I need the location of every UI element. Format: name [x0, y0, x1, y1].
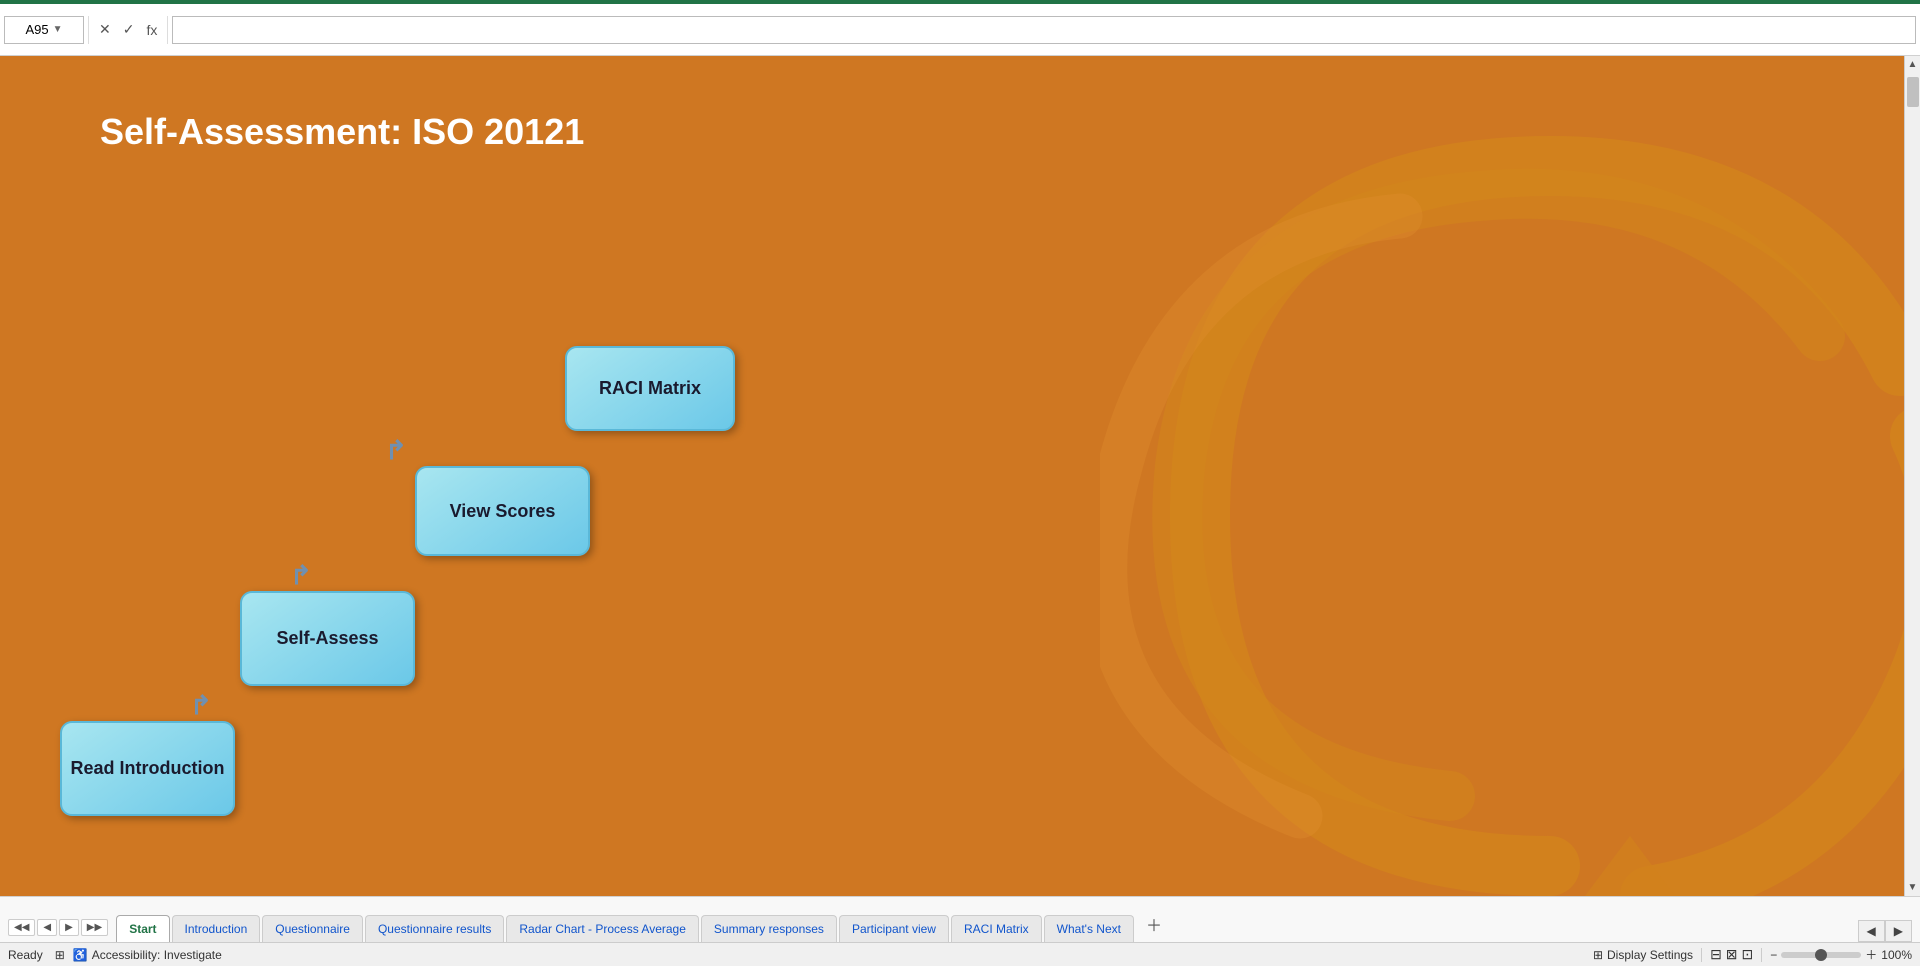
- formula-bar-area: A95 ▼ ✕ ✓ fx: [0, 4, 1920, 56]
- sheet-tab-whats-next[interactable]: What's Next: [1044, 915, 1134, 942]
- scroll-thumb[interactable]: [1907, 77, 1919, 107]
- insert-function-icon[interactable]: fx: [142, 20, 161, 40]
- cell-mode-icon: ⊞: [55, 948, 65, 962]
- zoom-in-button[interactable]: ＋: [1865, 946, 1877, 963]
- accessibility-label: Accessibility: Investigate: [92, 948, 222, 962]
- view-scores-button[interactable]: View Scores: [415, 466, 590, 556]
- confirm-formula-icon[interactable]: ✓: [119, 19, 139, 40]
- sheet-tabs-bar: ◀◀ ◀ ▶ ▶▶ Start Introduction Questionnai…: [0, 896, 1920, 942]
- arrow-read-to-assess: ↱: [190, 690, 212, 721]
- sheet-tab-raci-matrix[interactable]: RACI Matrix: [951, 915, 1042, 942]
- page-title: Self-Assessment: ISO 20121: [100, 111, 584, 153]
- read-introduction-label: Read Introduction: [71, 758, 225, 779]
- cell-reference-box[interactable]: A95 ▼: [4, 16, 84, 44]
- tabs-scroll-right: ◀ ▶: [1858, 920, 1920, 942]
- page-layout-icon[interactable]: ⊠: [1726, 946, 1738, 963]
- zoom-slider[interactable]: [1781, 952, 1861, 958]
- background-logo: [1100, 116, 1920, 896]
- tab-prev-arrow[interactable]: ◀: [37, 919, 57, 936]
- formula-icons-group: ✕ ✓ fx: [88, 16, 168, 44]
- display-settings[interactable]: ⊞ Display Settings: [1593, 948, 1693, 962]
- tab-navigation-arrows: ◀◀ ◀ ▶ ▶▶: [8, 919, 108, 942]
- scroll-up-arrow[interactable]: ▲: [1905, 56, 1920, 73]
- sheet-tab-questionnaire-results[interactable]: Questionnaire results: [365, 915, 504, 942]
- normal-view-icon[interactable]: ⊟: [1710, 946, 1722, 963]
- scroll-down-arrow[interactable]: ▼: [1905, 879, 1920, 896]
- status-bar-right: ⊞ Display Settings ⊟ ⊠ ⊡ − ＋ 100%: [1593, 946, 1912, 963]
- tab-next-arrow[interactable]: ▶: [59, 919, 79, 936]
- sheet-tab-questionnaire[interactable]: Questionnaire: [262, 915, 363, 942]
- formula-input[interactable]: [172, 16, 1916, 44]
- self-assess-label: Self-Assess: [276, 628, 378, 649]
- page-break-icon[interactable]: ⊡: [1742, 946, 1754, 963]
- cell-ref-value: A95: [25, 22, 48, 37]
- divider: [1701, 948, 1702, 962]
- read-introduction-button[interactable]: Read Introduction: [60, 721, 235, 816]
- accessibility-icon: ♿: [73, 948, 88, 962]
- display-settings-icon: ⊞: [1593, 948, 1603, 962]
- view-mode-icons: ⊟ ⊠ ⊡: [1710, 946, 1753, 963]
- arrow-assess-to-scores: ↱: [290, 560, 312, 591]
- ready-status: Ready: [8, 948, 43, 962]
- view-scores-label: View Scores: [450, 501, 556, 522]
- accessibility-status[interactable]: ♿ Accessibility: Investigate: [73, 948, 222, 962]
- raci-matrix-label: RACI Matrix: [599, 378, 701, 399]
- cancel-formula-icon[interactable]: ✕: [95, 19, 115, 40]
- self-assess-button[interactable]: Self-Assess: [240, 591, 415, 686]
- zoom-controls: − ＋ 100%: [1770, 946, 1912, 963]
- tabs-scroll-right-btn[interactable]: ▶: [1885, 920, 1912, 942]
- spreadsheet-main-area: Self-Assessment: ISO 20121 ▲ ▼ Read Intr…: [0, 56, 1920, 896]
- zoom-out-button[interactable]: −: [1770, 948, 1777, 962]
- status-bar: Ready ⊞ ♿ Accessibility: Investigate ⊞ D…: [0, 942, 1920, 966]
- zoom-thumb[interactable]: [1815, 949, 1827, 961]
- tab-last-arrow[interactable]: ▶▶: [81, 919, 108, 936]
- sheet-tab-radar-chart[interactable]: Radar Chart - Process Average: [506, 915, 699, 942]
- vertical-scrollbar[interactable]: ▲ ▼: [1904, 56, 1920, 896]
- sheet-tab-summary-responses[interactable]: Summary responses: [701, 915, 837, 942]
- tabs-scroll-left-btn[interactable]: ◀: [1858, 920, 1885, 942]
- sheet-tab-introduction[interactable]: Introduction: [172, 915, 261, 942]
- arrow-scores-to-raci: ↱: [385, 435, 407, 466]
- sheet-tab-start[interactable]: Start: [116, 915, 169, 942]
- raci-matrix-button[interactable]: RACI Matrix: [565, 346, 735, 431]
- display-settings-label: Display Settings: [1607, 948, 1693, 962]
- add-sheet-button[interactable]: ＋: [1136, 906, 1172, 942]
- divider2: [1761, 948, 1762, 962]
- tab-first-arrow[interactable]: ◀◀: [8, 919, 35, 936]
- sheet-tab-participant-view[interactable]: Participant view: [839, 915, 949, 942]
- zoom-level: 100%: [1881, 948, 1912, 962]
